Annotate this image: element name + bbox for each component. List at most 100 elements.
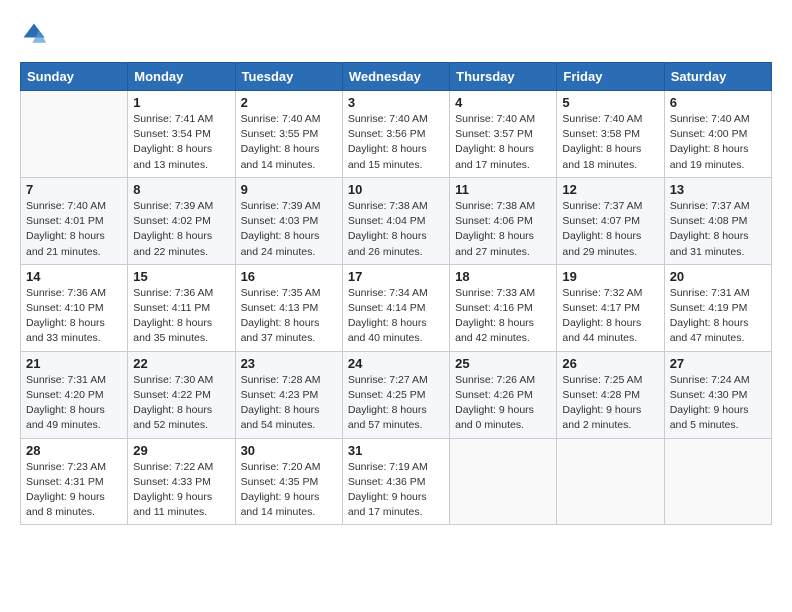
calendar-cell: 7Sunrise: 7:40 AMSunset: 4:01 PMDaylight…: [21, 177, 128, 264]
calendar-table: SundayMondayTuesdayWednesdayThursdayFrid…: [20, 62, 772, 525]
calendar-cell: 1 Sunrise: 7:41 AMSunset: 3:54 PMDaylight…: [128, 91, 235, 178]
day-detail: Sunrise: 7:40 AMSunset: 4:00 PMDaylight:…: [670, 112, 766, 173]
day-number: 12: [562, 182, 658, 197]
calendar-header-saturday: Saturday: [664, 63, 771, 91]
calendar-cell: 15 Sunrise: 7:36 AMSunset: 4:11 PMDayligh…: [128, 264, 235, 351]
calendar-cell: 27 Sunrise: 7:24 AMSunset: 4:30 PMDayligh…: [664, 351, 771, 438]
day-number: 3: [348, 95, 444, 110]
day-number: 4: [455, 95, 551, 110]
calendar-cell: 26 Sunrise: 7:25 AMSunset: 4:28 PMDayligh…: [557, 351, 664, 438]
page: SundayMondayTuesdayWednesdayThursdayFrid…: [0, 0, 792, 540]
day-detail: Sunrise: 7:20 AMSunset: 4:35 PMDaylight:…: [241, 460, 337, 521]
day-number: 30: [241, 443, 337, 458]
day-number: 25: [455, 356, 551, 371]
day-detail: Sunrise: 7:36 AMSunset: 4:10 PMDaylight:…: [26, 286, 122, 347]
calendar-week-3: 14 Sunrise: 7:36 AMSunset: 4:10 PMDayligh…: [21, 264, 772, 351]
day-number: 21: [26, 356, 122, 371]
header: [20, 20, 772, 48]
day-number: 1: [133, 95, 229, 110]
day-detail: Sunrise: 7:38 AMSunset: 4:04 PMDaylight:…: [348, 199, 444, 260]
calendar-cell: 31 Sunrise: 7:19 AMSunset: 4:36 PMDayligh…: [342, 438, 449, 525]
day-detail: Sunrise: 7:19 AMSunset: 4:36 PMDaylight:…: [348, 460, 444, 521]
day-number: 17: [348, 269, 444, 284]
calendar-cell: 11 Sunrise: 7:38 AMSunset: 4:06 PMDayligh…: [450, 177, 557, 264]
day-detail: Sunrise: 7:22 AMSunset: 4:33 PMDaylight:…: [133, 460, 229, 521]
day-detail: Sunrise: 7:31 AMSunset: 4:20 PMDaylight:…: [26, 373, 122, 434]
day-detail: Sunrise: 7:34 AMSunset: 4:14 PMDaylight:…: [348, 286, 444, 347]
day-detail: Sunrise: 7:38 AMSunset: 4:06 PMDaylight:…: [455, 199, 551, 260]
calendar-cell: 3 Sunrise: 7:40 AMSunset: 3:56 PMDaylight…: [342, 91, 449, 178]
day-number: 28: [26, 443, 122, 458]
day-number: 16: [241, 269, 337, 284]
day-number: 8: [133, 182, 229, 197]
day-detail: Sunrise: 7:30 AMSunset: 4:22 PMDaylight:…: [133, 373, 229, 434]
day-number: 23: [241, 356, 337, 371]
calendar-header-tuesday: Tuesday: [235, 63, 342, 91]
calendar-cell: [557, 438, 664, 525]
calendar-cell: 19Sunrise: 7:32 AMSunset: 4:17 PMDayligh…: [557, 264, 664, 351]
day-detail: Sunrise: 7:36 AMSunset: 4:11 PMDaylight:…: [133, 286, 229, 347]
calendar-week-1: 1 Sunrise: 7:41 AMSunset: 3:54 PMDaylight…: [21, 91, 772, 178]
calendar-week-5: 28 Sunrise: 7:23 AMSunset: 4:31 PMDayligh…: [21, 438, 772, 525]
day-number: 26: [562, 356, 658, 371]
day-detail: Sunrise: 7:25 AMSunset: 4:28 PMDaylight:…: [562, 373, 658, 434]
day-number: 2: [241, 95, 337, 110]
day-detail: Sunrise: 7:37 AMSunset: 4:07 PMDaylight:…: [562, 199, 658, 260]
calendar-cell: 20 Sunrise: 7:31 AMSunset: 4:19 PMDayligh…: [664, 264, 771, 351]
day-number: 20: [670, 269, 766, 284]
calendar-cell: 14 Sunrise: 7:36 AMSunset: 4:10 PMDayligh…: [21, 264, 128, 351]
day-number: 10: [348, 182, 444, 197]
day-detail: Sunrise: 7:40 AMSunset: 3:55 PMDaylight:…: [241, 112, 337, 173]
calendar-week-2: 7Sunrise: 7:40 AMSunset: 4:01 PMDaylight…: [21, 177, 772, 264]
calendar-cell: [664, 438, 771, 525]
day-number: 13: [670, 182, 766, 197]
day-number: 22: [133, 356, 229, 371]
day-number: 31: [348, 443, 444, 458]
day-detail: Sunrise: 7:40 AMSunset: 3:56 PMDaylight:…: [348, 112, 444, 173]
calendar-cell: 18Sunrise: 7:33 AMSunset: 4:16 PMDayligh…: [450, 264, 557, 351]
calendar-cell: 4 Sunrise: 7:40 AMSunset: 3:57 PMDaylight…: [450, 91, 557, 178]
day-detail: Sunrise: 7:37 AMSunset: 4:08 PMDaylight:…: [670, 199, 766, 260]
day-detail: Sunrise: 7:41 AMSunset: 3:54 PMDaylight:…: [133, 112, 229, 173]
calendar-cell: 9Sunrise: 7:39 AMSunset: 4:03 PMDaylight…: [235, 177, 342, 264]
calendar-cell: 21 Sunrise: 7:31 AMSunset: 4:20 PMDayligh…: [21, 351, 128, 438]
day-detail: Sunrise: 7:27 AMSunset: 4:25 PMDaylight:…: [348, 373, 444, 434]
calendar-cell: 28 Sunrise: 7:23 AMSunset: 4:31 PMDayligh…: [21, 438, 128, 525]
calendar-cell: 8Sunrise: 7:39 AMSunset: 4:02 PMDaylight…: [128, 177, 235, 264]
calendar-header-wednesday: Wednesday: [342, 63, 449, 91]
day-number: 24: [348, 356, 444, 371]
day-detail: Sunrise: 7:26 AMSunset: 4:26 PMDaylight:…: [455, 373, 551, 434]
logo: [20, 20, 52, 48]
day-detail: Sunrise: 7:31 AMSunset: 4:19 PMDaylight:…: [670, 286, 766, 347]
calendar-cell: 13 Sunrise: 7:37 AMSunset: 4:08 PMDayligh…: [664, 177, 771, 264]
day-number: 14: [26, 269, 122, 284]
day-number: 6: [670, 95, 766, 110]
day-number: 27: [670, 356, 766, 371]
day-detail: Sunrise: 7:24 AMSunset: 4:30 PMDaylight:…: [670, 373, 766, 434]
day-detail: Sunrise: 7:40 AMSunset: 3:57 PMDaylight:…: [455, 112, 551, 173]
calendar-header-sunday: Sunday: [21, 63, 128, 91]
calendar-cell: 17 Sunrise: 7:34 AMSunset: 4:14 PMDayligh…: [342, 264, 449, 351]
calendar-cell: 2 Sunrise: 7:40 AMSunset: 3:55 PMDaylight…: [235, 91, 342, 178]
day-number: 7: [26, 182, 122, 197]
day-number: 11: [455, 182, 551, 197]
calendar-cell: 5Sunrise: 7:40 AMSunset: 3:58 PMDaylight…: [557, 91, 664, 178]
day-detail: Sunrise: 7:35 AMSunset: 4:13 PMDaylight:…: [241, 286, 337, 347]
calendar-header-thursday: Thursday: [450, 63, 557, 91]
calendar-cell: 16 Sunrise: 7:35 AMSunset: 4:13 PMDayligh…: [235, 264, 342, 351]
calendar-cell: 25 Sunrise: 7:26 AMSunset: 4:26 PMDayligh…: [450, 351, 557, 438]
calendar-cell: 30 Sunrise: 7:20 AMSunset: 4:35 PMDayligh…: [235, 438, 342, 525]
calendar-cell: 29Sunrise: 7:22 AMSunset: 4:33 PMDayligh…: [128, 438, 235, 525]
calendar-header-row: SundayMondayTuesdayWednesdayThursdayFrid…: [21, 63, 772, 91]
day-number: 5: [562, 95, 658, 110]
calendar-cell: 12 Sunrise: 7:37 AMSunset: 4:07 PMDayligh…: [557, 177, 664, 264]
day-number: 18: [455, 269, 551, 284]
day-detail: Sunrise: 7:23 AMSunset: 4:31 PMDaylight:…: [26, 460, 122, 521]
day-number: 9: [241, 182, 337, 197]
day-number: 15: [133, 269, 229, 284]
day-detail: Sunrise: 7:28 AMSunset: 4:23 PMDaylight:…: [241, 373, 337, 434]
logo-icon: [20, 20, 48, 48]
calendar-cell: [450, 438, 557, 525]
calendar-header-friday: Friday: [557, 63, 664, 91]
calendar-cell: [21, 91, 128, 178]
